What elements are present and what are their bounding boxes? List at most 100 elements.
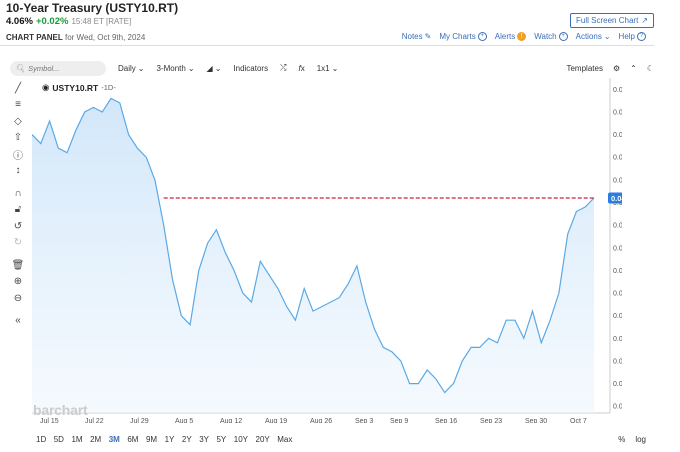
redo-icon[interactable]: ↻ <box>10 235 26 252</box>
range-button-20y[interactable]: 20Y <box>256 435 270 444</box>
chevron-down-icon: ⌄ <box>214 63 222 73</box>
y-tick-label: 0.03700 <box>613 358 622 365</box>
alerts-link[interactable]: Alerts! <box>494 32 527 41</box>
gear-icon[interactable]: ⚙ <box>613 64 620 73</box>
compare-button[interactable]: ⤮ <box>280 63 286 73</box>
price-change: +0.02% <box>35 16 69 27</box>
range-button-1m[interactable]: 1M <box>71 435 82 444</box>
watch-link[interactable]: Watch + <box>534 32 568 41</box>
shape-tool-icon[interactable]: ◇ <box>10 113 26 130</box>
indicators-button[interactable]: Indicators <box>233 64 268 73</box>
dark-mode-icon[interactable]: ☾ <box>647 64 654 73</box>
price-area <box>32 98 594 414</box>
x-tick-label: Jul 22 <box>85 418 104 423</box>
fib-tool-icon[interactable]: ≡ <box>10 97 26 114</box>
help-link[interactable]: Help? <box>619 32 646 41</box>
x-tick-label: Oct 7 <box>570 418 587 423</box>
notes-link[interactable]: Notes ✎ <box>402 32 432 41</box>
trash-icon[interactable]: 🗑︎ <box>10 257 26 274</box>
zoom-in-icon[interactable]: ⊕ <box>10 274 26 291</box>
chart-toolbar: 🔍︎ Daily⌄ 3-Month⌄ ◢⌄ Indicators ⤮ fx 1x… <box>10 59 654 77</box>
edit-icon: ✎ <box>424 32 432 41</box>
price-chart[interactable]: 0.04300 0.04250 0.04200 0.04150 0.04100 0.040… <box>32 78 622 423</box>
x-tick-label: Sep 3 <box>355 418 373 423</box>
y-tick-label: 0.04300 <box>613 87 622 94</box>
my-charts-link[interactable]: My Charts + <box>439 32 487 41</box>
x-tick-label: Sep 30 <box>525 418 547 423</box>
range-button-2y[interactable]: 2Y <box>182 435 192 444</box>
range-button-2m[interactable]: 2M <box>90 435 101 444</box>
chart-panel-label: CHART PANEL for Wed, Oct 9th, 2024 <box>6 33 145 42</box>
range-button-max[interactable]: Max <box>277 435 292 444</box>
range-button-3m[interactable]: 3M <box>109 435 120 444</box>
last-price: 4.06% <box>6 16 33 27</box>
eye-icon[interactable]: ◉ <box>42 82 49 93</box>
range-button-9m[interactable]: 9M <box>146 435 157 444</box>
layout-label: 1x1 <box>316 63 330 73</box>
chevron-down-icon: ⌄ <box>603 32 611 41</box>
arrow-tool-icon[interactable]: ⇧ <box>10 130 26 147</box>
range-selector: 1D 5D 1M 2M 3M 6M 9M 1Y 2Y 3Y 5Y 10Y 20Y Max <box>36 435 292 444</box>
symbol-search[interactable]: 🔍︎ <box>10 60 106 76</box>
y-tick-label: 0.04150 <box>613 155 622 162</box>
range-button-6m[interactable]: 6M <box>127 435 138 444</box>
notes-label: Notes <box>401 32 423 41</box>
measure-tool-icon[interactable]: ↕ <box>10 163 26 180</box>
symbol-input[interactable] <box>28 63 99 73</box>
alert-badge: ! <box>517 32 527 41</box>
chevron-down-icon: ⌄ <box>137 63 145 73</box>
collapse-sidebar-icon[interactable]: « <box>10 313 26 330</box>
range-button-3y[interactable]: 3Y <box>199 435 209 444</box>
header-divider <box>0 45 654 46</box>
zoom-out-icon[interactable]: ⊖ <box>10 290 26 307</box>
y-tick-label: 0.03950 <box>613 245 622 252</box>
period-label: Daily <box>118 63 136 73</box>
undo-icon[interactable]: ↺ <box>10 218 26 235</box>
log-scale-button[interactable]: log <box>635 435 646 444</box>
range-button-10y[interactable]: 10Y <box>234 435 248 444</box>
lock-icon[interactable]: 🔓︎ <box>10 202 26 219</box>
plus-circle-icon: + <box>477 32 487 41</box>
chevron-down-icon: ⌄ <box>331 63 339 73</box>
magnet-icon[interactable]: ∩ <box>10 185 26 202</box>
percent-scale-button[interactable]: % <box>618 435 625 444</box>
alerts-label: Alerts <box>494 32 516 41</box>
x-tick-label: Aug 19 <box>265 418 287 423</box>
shuffle-icon: ⤮ <box>280 63 287 72</box>
period-select[interactable]: Daily ⌄ <box>118 64 144 73</box>
fx-button[interactable]: fx <box>299 64 305 73</box>
barchart-logo: barchart <box>33 402 88 418</box>
range-button-5y[interactable]: 5Y <box>216 435 226 444</box>
help-icon: ? <box>637 32 646 41</box>
y-tick-label: 0.03650 <box>613 381 622 388</box>
my-charts-label: My Charts <box>439 32 476 41</box>
range-button-1d[interactable]: 1D <box>36 435 46 444</box>
templates-button[interactable]: Templates <box>566 64 602 73</box>
info-tool-icon[interactable]: ⓘ <box>10 146 26 163</box>
y-tick-label: 0.03850 <box>613 291 622 298</box>
chart-type-select[interactable]: ◢ ⌄ <box>207 64 222 73</box>
full-screen-chart-button[interactable]: Full Screen Chart ↗ <box>570 13 654 28</box>
range-select[interactable]: 3-Month ⌄ <box>156 64 194 73</box>
actions-menu[interactable]: Actions ⌄ <box>576 32 611 41</box>
layout-select[interactable]: 1x1 ⌄ <box>317 64 339 73</box>
y-tick-label: 0.04250 <box>613 109 622 116</box>
x-tick-label: Jul 15 <box>40 418 59 423</box>
function-icon: fx <box>298 63 305 73</box>
y-tick-label: 0.04200 <box>613 132 622 139</box>
x-tick-label: Aug 5 <box>175 418 193 423</box>
quote-line: 4.06% +0.02% 15:48 ET [RATE] <box>6 16 131 27</box>
chevron-down-icon: ⌄ <box>187 63 195 73</box>
y-tick-label: 0.03600 <box>613 404 622 411</box>
x-tick-label: Sep 23 <box>480 418 502 423</box>
x-tick-label: Sep 16 <box>435 418 457 423</box>
page-title: 10-Year Treasury (USTY10.RT) <box>6 1 179 15</box>
y-tick-label: 0.04000 <box>613 223 622 230</box>
range-button-5d[interactable]: 5D <box>54 435 64 444</box>
line-tool-icon[interactable]: ╱ <box>10 80 26 97</box>
scale-options: % log <box>618 435 646 444</box>
range-button-1y[interactable]: 1Y <box>165 435 175 444</box>
help-label: Help <box>618 32 635 41</box>
collapse-icon[interactable]: ⌃ <box>630 64 637 73</box>
panel-title: CHART PANEL <box>6 33 63 42</box>
